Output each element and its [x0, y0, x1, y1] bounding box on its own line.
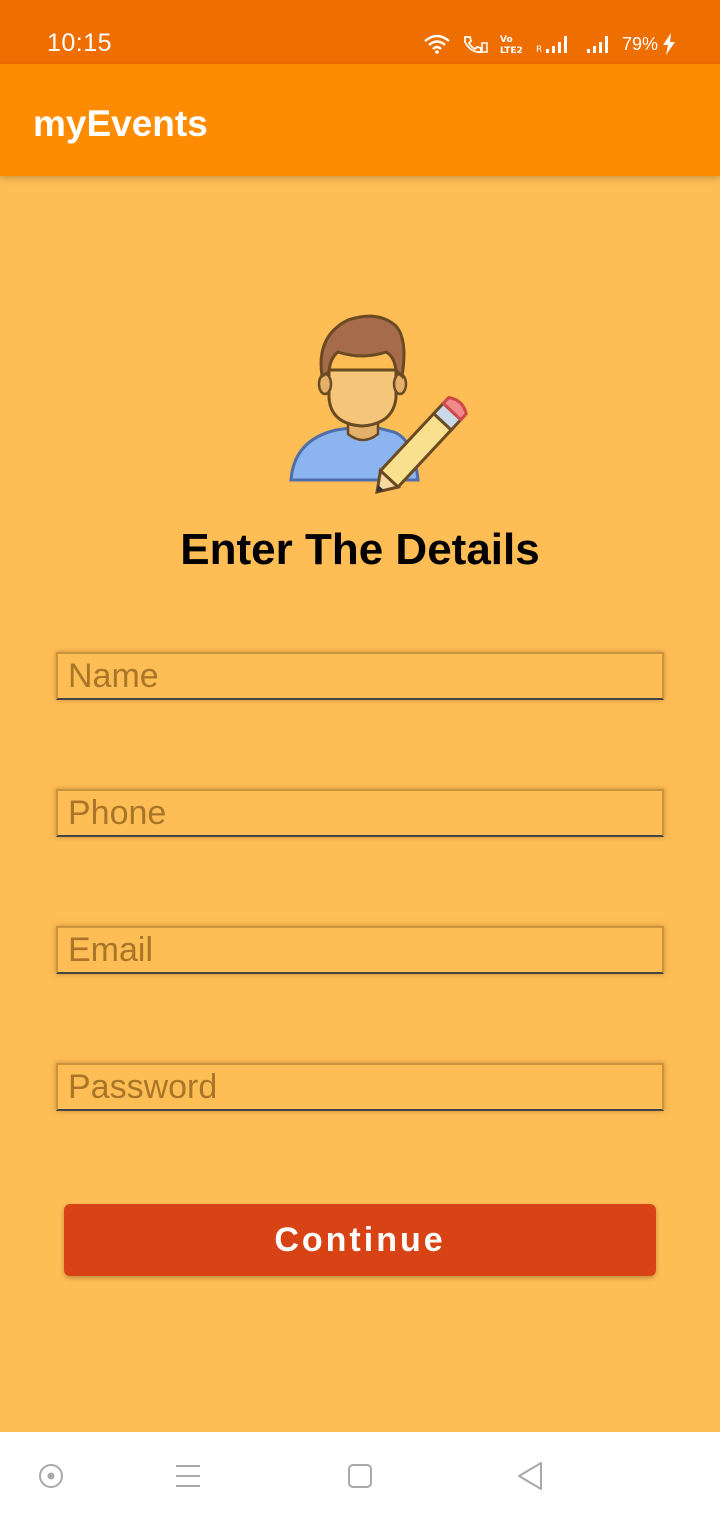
- user-edit-icon: [282, 312, 482, 504]
- status-time: 10:15: [47, 29, 113, 57]
- password-field[interactable]: [56, 1063, 664, 1111]
- navigation-bar: [0, 1432, 720, 1520]
- password-input[interactable]: [58, 1065, 662, 1109]
- status-bar: 10:15 Vo LTE2 R 79%: [0, 0, 720, 64]
- email-input[interactable]: [58, 928, 662, 972]
- email-field[interactable]: [56, 926, 664, 974]
- name-field[interactable]: [56, 652, 664, 700]
- status-icons: Vo LTE2 R 79%: [424, 28, 676, 60]
- home-square-icon[interactable]: [342, 1458, 378, 1494]
- charging-icon: [662, 33, 676, 55]
- volte-icon: Vo LTE2: [500, 33, 524, 55]
- app-bar: myEvents: [0, 64, 720, 176]
- svg-text:Vo: Vo: [500, 35, 513, 45]
- phone-input[interactable]: [58, 791, 662, 835]
- signal-icon: R: [536, 34, 574, 54]
- assistant-icon[interactable]: [33, 1458, 69, 1494]
- signal-icon: [586, 34, 610, 54]
- svg-text:LTE2: LTE2: [500, 46, 523, 55]
- phone-field[interactable]: [56, 789, 664, 837]
- svg-text:R: R: [536, 45, 542, 54]
- continue-button[interactable]: Continue: [64, 1204, 656, 1276]
- back-triangle-icon[interactable]: [512, 1458, 548, 1494]
- app-title: myEvents: [33, 103, 208, 144]
- battery-percent: 79%: [621, 33, 658, 54]
- form-heading: Enter The Details: [180, 525, 540, 574]
- wifi-icon: [424, 34, 450, 54]
- wifi-calling-icon: [462, 34, 488, 54]
- name-input[interactable]: [58, 654, 662, 698]
- menu-icon[interactable]: [170, 1458, 206, 1494]
